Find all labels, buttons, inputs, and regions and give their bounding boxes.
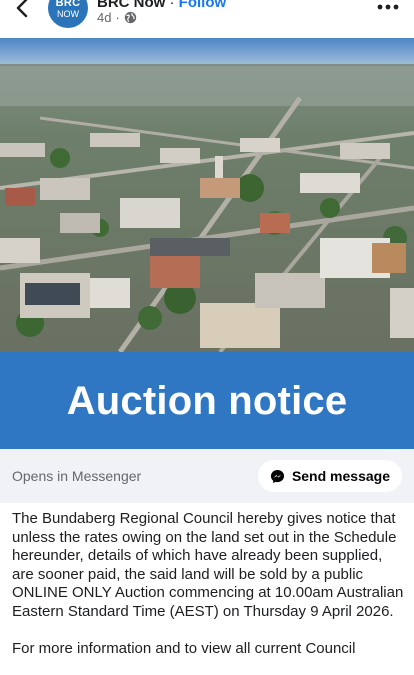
messenger-icon [270,469,284,483]
auction-banner[interactable]: Auction notice [0,352,414,449]
post-photo[interactable] [0,38,414,352]
more-options-button[interactable] [376,0,400,16]
opens-in-messenger-label: Opens in Messenger [12,468,142,484]
send-message-label: Send message [291,468,390,484]
post-body: The Bundaberg Regional Council hereby gi… [12,510,404,675]
post-time[interactable]: 4d [97,10,111,25]
avatar-text-line2: NOW [57,8,79,19]
page-avatar[interactable]: BRC NOW [48,0,88,28]
avatar-text-line1: BRC [55,0,81,9]
globe-icon [124,11,136,24]
banner-title: Auction notice [66,379,348,423]
aerial-city-image [0,38,414,352]
send-message-button[interactable]: Send message [257,460,402,492]
title-separator: · [169,0,175,11]
back-button[interactable] [8,0,36,22]
meta-separator: · [115,10,120,25]
follow-button[interactable]: Follow [179,0,227,11]
chevron-left-icon [16,0,28,18]
post-paragraph-2: For more information and to view all cur… [12,639,356,657]
post-meta: 4d · [97,10,137,25]
post-paragraph-1: The Bundaberg Regional Council hereby gi… [12,510,404,620]
post-header: BRC NOW BRC Now · Follow 4d · [0,0,414,38]
more-horizontal-icon [377,4,399,10]
messenger-cta-bar: Opens in Messenger Send message [0,449,414,503]
